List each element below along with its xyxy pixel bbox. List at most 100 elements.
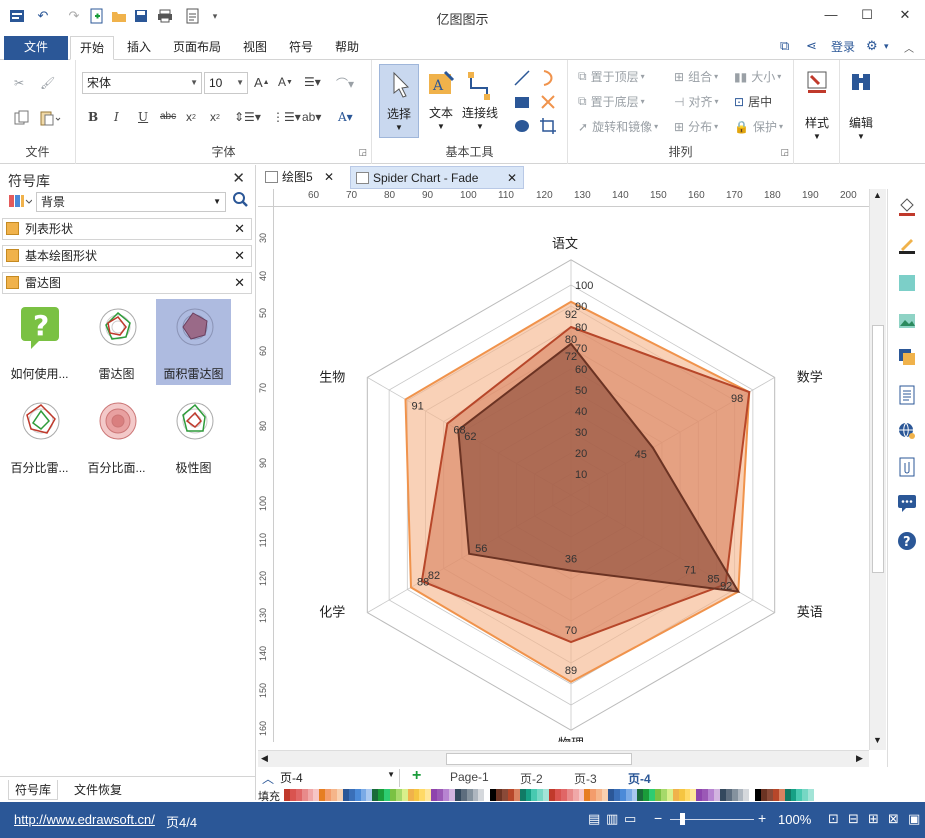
paste-icon[interactable] [40, 110, 62, 126]
scroll-right-icon[interactable]: ▶ [856, 753, 863, 764]
tab-insert[interactable]: 插入 [118, 36, 160, 60]
vertical-scroll-thumb[interactable] [872, 325, 884, 573]
shape-percent-area[interactable]: 百分比面... [79, 393, 154, 479]
fill-bucket-icon[interactable] [897, 197, 917, 217]
library-section-list-shapes[interactable]: 列表形状 ✕ [2, 218, 252, 240]
underline-icon[interactable]: U [138, 110, 148, 124]
library-section-radar[interactable]: 雷达图 ✕ [2, 272, 252, 294]
library-section-close-icon[interactable]: ✕ [234, 273, 245, 293]
group-button[interactable]: ⊞ 组合 ▾ [674, 68, 718, 85]
connector-tool-button[interactable]: 连接线 ▼ [460, 64, 500, 138]
share-screen-icon[interactable]: ⧉ [780, 38, 789, 54]
image-icon[interactable] [897, 311, 917, 331]
shape-radar-chart[interactable]: 雷达图 [79, 299, 154, 385]
arrange-dialog-launcher-icon[interactable]: ◲ [780, 147, 789, 158]
web-view-icon[interactable]: ▥ [606, 811, 618, 827]
line-style-icon[interactable] [897, 235, 917, 255]
distribute-button[interactable]: ⊞ 分布 ▾ [674, 118, 718, 135]
tab-file[interactable]: 文件 [4, 36, 68, 60]
superscript-icon[interactable]: x2 [210, 110, 220, 124]
vertical-scrollbar[interactable]: ▲ ▼ [869, 189, 886, 750]
add-page-icon[interactable]: + [412, 767, 421, 785]
scroll-down-icon[interactable]: ▼ [873, 735, 882, 745]
italic-icon[interactable]: I [114, 110, 119, 124]
library-search-input[interactable]: 背景 ▼ [36, 192, 226, 212]
fit-page-icon[interactable]: ⊡ [828, 811, 839, 827]
font-dialog-launcher-icon[interactable]: ◲ [358, 147, 367, 158]
fit-width-icon[interactable]: ⊟ [848, 811, 859, 827]
collapse-ribbon-icon[interactable]: ︿ [904, 40, 914, 55]
shape-polar-chart[interactable]: 极性图 [156, 393, 231, 479]
settings-dropdown-icon[interactable]: ▾ [884, 41, 889, 52]
cut-icon[interactable]: ✂ [14, 76, 24, 90]
horizontal-scroll-thumb[interactable] [446, 753, 632, 765]
font-family-select[interactable]: 宋体 ▼ [82, 72, 202, 94]
zoom-slider-thumb[interactable] [680, 813, 685, 825]
align-button[interactable]: ⊣ 对齐 ▾ [674, 93, 718, 110]
page-list-toggle-icon[interactable]: ︿ [262, 770, 274, 787]
size-button[interactable]: ▮▮ 大小 ▾ [734, 68, 781, 85]
spider-chart[interactable]: 102030405060708090100语文数学英语物理化学生物9298928… [275, 207, 869, 742]
doc-tab-drawing5[interactable]: 绘图5 ✕ [260, 166, 340, 189]
tab-page-layout[interactable]: 页面布局 [164, 36, 230, 60]
line-spacing-icon[interactable]: ⇕☰▾ [234, 110, 261, 124]
ellipse-tool-icon[interactable] [512, 116, 532, 136]
comment-icon[interactable] [897, 493, 917, 513]
bring-to-front-button[interactable]: ⧉ 置于顶层 ▾ [578, 68, 645, 85]
zoom-out-icon[interactable]: − [654, 810, 662, 826]
shadow-icon[interactable] [897, 273, 917, 293]
library-section-basic-drawing[interactable]: 基本绘图形状 ✕ [2, 245, 252, 267]
copy-icon[interactable] [14, 110, 30, 126]
maximize-icon[interactable]: ☐ [854, 4, 880, 26]
grow-font-icon[interactable]: A ▲ [254, 75, 270, 90]
tab-help[interactable]: 帮助 [326, 36, 368, 60]
scroll-up-icon[interactable]: ▲ [873, 190, 882, 200]
subscript-icon[interactable]: x2 [186, 110, 196, 124]
tab-symbol-library[interactable]: 符号库 [8, 780, 59, 800]
highlight-color-icon[interactable]: ab▾ [302, 110, 321, 124]
text-tool-button[interactable]: A 文本 ▼ [423, 64, 459, 138]
rectangle-tool-icon[interactable] [512, 92, 532, 112]
font-size-select[interactable]: 10 ▼ [204, 72, 248, 94]
send-to-back-button[interactable]: ⧉ 置于底层 ▾ [578, 93, 645, 110]
zoom-level[interactable]: 100% [778, 812, 811, 827]
edit-button[interactable]: 编辑 ▼ [844, 68, 878, 148]
text-path-icon[interactable]: ⌒▾ [336, 75, 354, 92]
tab-file-recovery[interactable]: 文件恢复 [68, 780, 128, 800]
help-icon[interactable]: ? [897, 531, 917, 551]
minimize-icon[interactable]: — [818, 4, 844, 26]
page-select[interactable]: 页-4 ▼ [280, 769, 400, 787]
full-screen-icon[interactable]: ⊞ [868, 811, 879, 827]
crop-tool-icon[interactable] [538, 116, 558, 136]
tab-symbols[interactable]: 符号 [280, 36, 322, 60]
shape-area-radar-chart[interactable]: 面积雷达图 [156, 299, 231, 385]
doc-tab-close-icon[interactable]: ✕ [324, 166, 334, 188]
bullets-icon[interactable]: ⋮☰▾ [272, 110, 301, 124]
color-swatches[interactable] [284, 789, 815, 801]
tab-view[interactable]: 视图 [234, 36, 276, 60]
shape-how-to-use[interactable]: ? 如何使用... [2, 299, 77, 385]
website-link[interactable]: http://www.edrawsoft.cn/ [14, 812, 155, 827]
library-section-close-icon[interactable]: ✕ [234, 219, 245, 239]
shape-percent-radar[interactable]: 百分比雷... [2, 393, 77, 479]
library-categories-icon[interactable] [8, 193, 33, 212]
shrink-font-icon[interactable]: A ▼ [278, 75, 293, 89]
line-tool-icon[interactable] [512, 68, 532, 88]
doc-tab-spider-chart[interactable]: Spider Chart - Fade ✕ [350, 166, 524, 189]
tab-home[interactable]: 开始 [70, 36, 114, 60]
search-icon[interactable] [232, 191, 248, 212]
page-tab-2[interactable]: 页-2 [520, 770, 543, 787]
horizontal-scrollbar[interactable]: ◀ ▶ [258, 750, 869, 767]
zoom-in-icon[interactable]: + [758, 810, 766, 826]
select-tool-button[interactable]: 选择 ▼ [379, 64, 419, 138]
library-close-icon[interactable]: ✕ [232, 169, 245, 187]
attachment-icon[interactable] [897, 457, 917, 477]
format-painter-icon[interactable]: 🖌 [40, 76, 55, 90]
layers-icon[interactable] [897, 347, 917, 367]
arc-tool-icon[interactable] [538, 68, 558, 88]
exit-view-icon[interactable]: ⊠ [888, 811, 899, 827]
font-color-icon[interactable]: A▾ [338, 110, 353, 124]
center-button[interactable]: ⊡ 居中 [734, 93, 772, 110]
page-tab-3[interactable]: 页-3 [574, 770, 597, 787]
login-link[interactable]: 登录 [831, 38, 855, 55]
